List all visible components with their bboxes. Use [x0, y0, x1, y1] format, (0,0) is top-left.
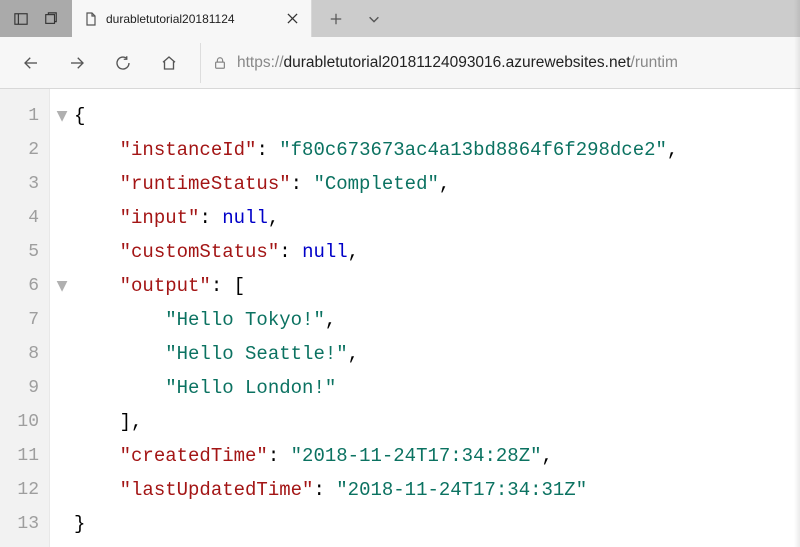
- fold-toggle-icon[interactable]: ▼: [50, 269, 74, 303]
- fold-spacer: [50, 371, 74, 405]
- fold-spacer: [50, 133, 74, 167]
- forward-button[interactable]: [56, 42, 98, 84]
- line-number: 6: [0, 269, 39, 303]
- line-number-gutter: 12345678910111213: [0, 89, 50, 547]
- toolbar: https://durabletutorial20181124093016.az…: [0, 37, 800, 89]
- address-bar[interactable]: https://durabletutorial20181124093016.az…: [200, 43, 790, 83]
- line-number: 12: [0, 473, 39, 507]
- tab-actions: [312, 0, 392, 37]
- fold-spacer: [50, 235, 74, 269]
- code-line: "Hello Seattle!",: [74, 337, 800, 371]
- code-line: "createdTime": "2018-11-24T17:34:28Z",: [74, 439, 800, 473]
- fold-toggle-icon[interactable]: ▼: [50, 99, 74, 133]
- line-number: 4: [0, 201, 39, 235]
- close-tab-icon[interactable]: [281, 8, 303, 30]
- back-button[interactable]: [10, 42, 52, 84]
- browser-tab[interactable]: durabletutorial20181124: [72, 0, 312, 37]
- json-viewer: 12345678910111213 ▼▼ { "instanceId": "f8…: [0, 89, 800, 547]
- line-number: 9: [0, 371, 39, 405]
- refresh-button[interactable]: [102, 42, 144, 84]
- new-tab-button[interactable]: [318, 0, 354, 37]
- line-number: 5: [0, 235, 39, 269]
- code-line: "Hello Tokyo!",: [74, 303, 800, 337]
- url-path: /runtim: [631, 54, 678, 71]
- code-line: "customStatus": null,: [74, 235, 800, 269]
- fold-spacer: [50, 507, 74, 541]
- code-line: "output": [: [74, 269, 800, 303]
- fold-spacer: [50, 303, 74, 337]
- tab-aside-icon[interactable]: [6, 0, 36, 37]
- line-number: 3: [0, 167, 39, 201]
- url-host: durabletutorial20181124093016.azurewebsi…: [284, 54, 631, 71]
- tab-menu-icon[interactable]: [356, 0, 392, 37]
- line-number: 8: [0, 337, 39, 371]
- show-tabs-icon[interactable]: [36, 0, 66, 37]
- window-controls: [0, 0, 72, 37]
- code-area[interactable]: { "instanceId": "f80c673673ac4a13bd8864f…: [74, 89, 800, 547]
- url-text: https://durabletutorial20181124093016.az…: [237, 54, 678, 72]
- fold-spacer: [50, 167, 74, 201]
- fold-gutter: ▼▼: [50, 89, 74, 547]
- code-line: }: [74, 507, 800, 541]
- line-number: 10: [0, 405, 39, 439]
- code-line: "Hello London!": [74, 371, 800, 405]
- code-line: "instanceId": "f80c673673ac4a13bd8864f6f…: [74, 133, 800, 167]
- fold-spacer: [50, 201, 74, 235]
- code-line: {: [74, 99, 800, 133]
- line-number: 2: [0, 133, 39, 167]
- fold-spacer: [50, 405, 74, 439]
- page-icon: [84, 12, 98, 26]
- title-bar: durabletutorial20181124: [0, 0, 800, 37]
- fold-spacer: [50, 473, 74, 507]
- code-line: ],: [74, 405, 800, 439]
- lock-icon: [213, 56, 227, 70]
- line-number: 7: [0, 303, 39, 337]
- code-line: "lastUpdatedTime": "2018-11-24T17:34:31Z…: [74, 473, 800, 507]
- fold-spacer: [50, 439, 74, 473]
- home-button[interactable]: [148, 42, 190, 84]
- fold-spacer: [50, 337, 74, 371]
- url-scheme: https://: [237, 54, 284, 71]
- line-number: 11: [0, 439, 39, 473]
- line-number: 13: [0, 507, 39, 541]
- code-line: "input": null,: [74, 201, 800, 235]
- tab-strip: durabletutorial20181124: [72, 0, 800, 37]
- tab-title: durabletutorial20181124: [106, 12, 273, 26]
- line-number: 1: [0, 99, 39, 133]
- code-line: "runtimeStatus": "Completed",: [74, 167, 800, 201]
